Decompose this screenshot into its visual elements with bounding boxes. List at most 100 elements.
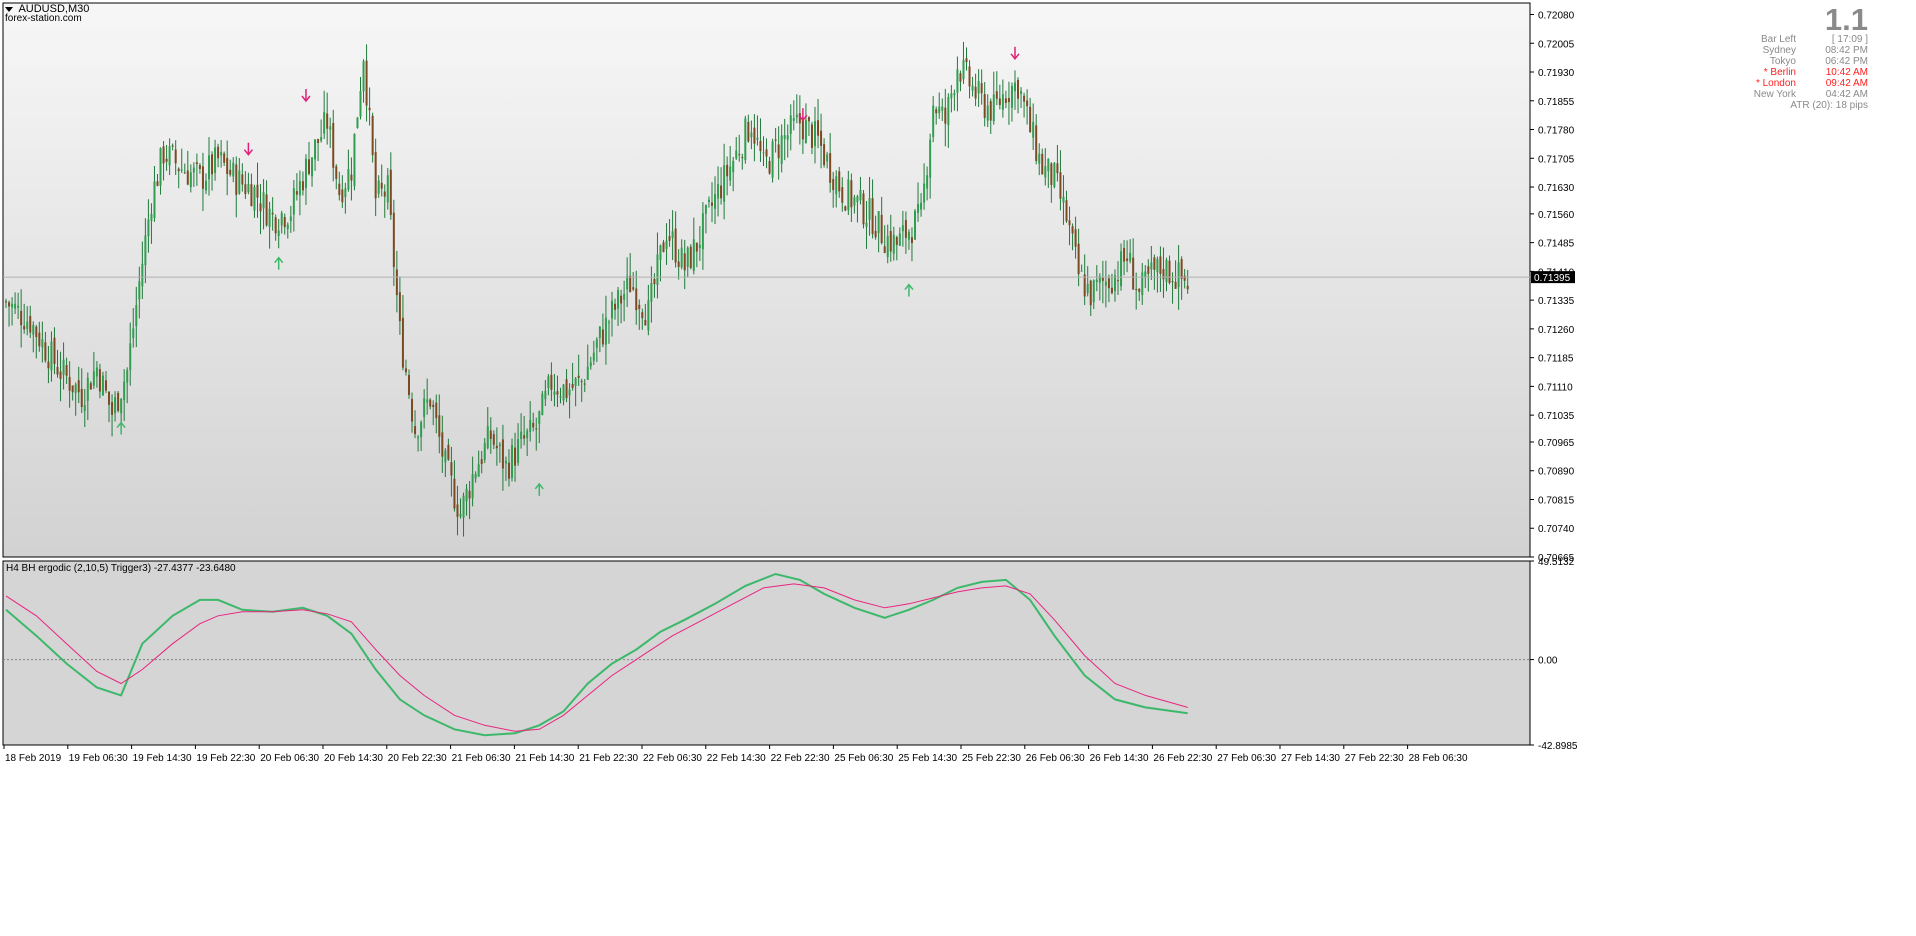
- candle-body: [865, 222, 868, 227]
- candle-body: [765, 149, 768, 157]
- candle-body: [489, 430, 492, 440]
- session-row: * Berlin 10:42 AM: [1728, 67, 1868, 78]
- candle-body: [662, 242, 665, 252]
- candle-body: [898, 233, 901, 246]
- candle-body: [314, 139, 317, 160]
- candle-body: [1162, 269, 1165, 280]
- candle-body: [635, 288, 638, 311]
- candle-body: [671, 231, 674, 239]
- session-label: Tokyo: [1769, 56, 1796, 67]
- candle-body: [1104, 281, 1107, 286]
- session-label: Sydney: [1762, 45, 1796, 56]
- candle-body: [404, 368, 407, 373]
- candle-body: [17, 305, 20, 308]
- x-axis-tick-label: 28 Feb 06:30: [1409, 753, 1468, 764]
- candle-body: [329, 126, 332, 130]
- chart-area: 0.72080 0.72005 0.71930 0.71855 0.71780 0.717…: [0, 0, 1916, 933]
- candle-body: [738, 154, 741, 156]
- x-axis-tick-label: 27 Feb 22:30: [1345, 753, 1404, 764]
- candle-body: [350, 174, 353, 181]
- info-big-value: 1.1: [1824, 2, 1868, 37]
- candle-body: [83, 405, 86, 411]
- y-axis-tick-label: 0.70740: [1538, 524, 1575, 535]
- candle-body: [253, 186, 256, 211]
- x-axis-tick-label: 19 Feb 14:30: [133, 753, 192, 764]
- candle-body: [365, 60, 368, 106]
- candle-body: [274, 217, 277, 234]
- candle-body: [498, 444, 501, 446]
- candle-body: [126, 370, 129, 383]
- candle-body: [795, 114, 798, 118]
- candle-body: [265, 194, 268, 226]
- collapse-triangle-icon[interactable]: [5, 6, 13, 12]
- candle-body: [674, 228, 677, 263]
- candle-body: [1083, 274, 1086, 297]
- candle-body: [917, 203, 920, 213]
- candle-body: [910, 237, 913, 244]
- candle-body: [1159, 256, 1162, 274]
- candle-body: [1153, 257, 1156, 270]
- candle-body: [238, 170, 241, 194]
- candle-body: [423, 398, 426, 418]
- candle-body: [183, 172, 186, 174]
- candle-body: [689, 246, 692, 268]
- candle-body: [371, 115, 374, 156]
- candle-body: [53, 337, 56, 364]
- candle-body: [774, 139, 777, 141]
- candle-body: [1141, 272, 1144, 296]
- candle-body: [901, 225, 904, 232]
- candle-body: [1077, 243, 1080, 275]
- x-axis-tick-label: 18 Feb 2019: [5, 753, 62, 764]
- candle-body: [35, 326, 38, 338]
- candle-body: [283, 216, 286, 228]
- candle-body: [438, 415, 441, 437]
- candle-body: [347, 168, 350, 190]
- candle-body: [377, 180, 380, 194]
- session-value: [ 17:09 ]: [1831, 34, 1868, 45]
- session-value: 10:42 AM: [1825, 67, 1868, 78]
- candle-body: [104, 380, 107, 391]
- candle-body: [938, 106, 941, 114]
- candle-body: [401, 317, 404, 368]
- y-axis-tick-label: 0.71335: [1538, 296, 1575, 307]
- candle-body: [677, 261, 680, 267]
- candle-body: [195, 162, 198, 165]
- candle-body: [1129, 252, 1132, 262]
- candle-body: [517, 439, 520, 463]
- x-axis-tick-label: 22 Feb 14:30: [707, 753, 766, 764]
- candle-body: [123, 381, 126, 401]
- session-row: Sydney 08:42 PM: [1728, 45, 1868, 56]
- candle-body: [135, 305, 138, 327]
- candle-body: [383, 191, 386, 197]
- candle-body: [132, 328, 135, 339]
- candle-body: [98, 369, 101, 392]
- sub-axis-tick-label: 0.00: [1538, 656, 1558, 667]
- candle-body: [14, 303, 17, 309]
- candle-body: [477, 464, 480, 477]
- candle-body: [698, 244, 701, 249]
- candle-body: [565, 379, 568, 399]
- candle-body: [1001, 94, 1004, 110]
- x-axis-tick-label: 26 Feb 06:30: [1026, 753, 1085, 764]
- candle-body: [1062, 196, 1065, 203]
- candle-body: [1101, 277, 1104, 281]
- y-axis-tick-label: 0.70890: [1538, 467, 1575, 478]
- candle-body: [807, 117, 810, 122]
- session-label: New York: [1753, 89, 1796, 100]
- candle-body: [974, 86, 977, 99]
- x-axis-tick-label: 25 Feb 06:30: [834, 753, 893, 764]
- candle-body: [647, 300, 650, 331]
- candle-body: [56, 366, 59, 375]
- candle-body: [511, 445, 514, 478]
- candle-body: [683, 253, 686, 271]
- candle-body: [101, 375, 104, 396]
- candle-body: [620, 295, 623, 304]
- candle-body: [174, 149, 177, 164]
- candle-body: [632, 287, 635, 290]
- candle-body: [568, 389, 571, 396]
- candle-body: [732, 160, 735, 173]
- candle-body: [68, 376, 71, 391]
- session-value: 08:42 PM: [1825, 45, 1868, 56]
- candle-body: [950, 93, 953, 99]
- candle-body: [304, 158, 307, 189]
